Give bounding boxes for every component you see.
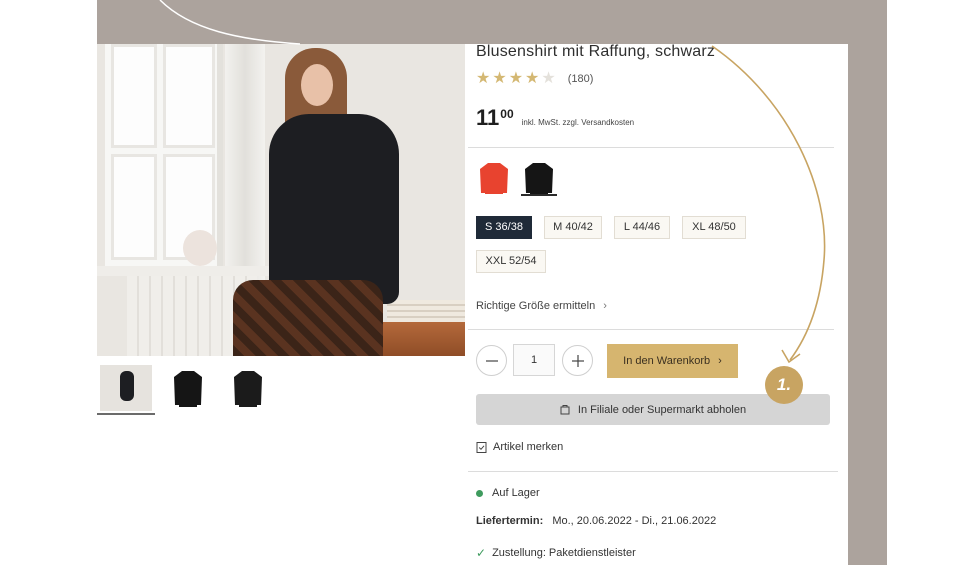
- color-swatch-red[interactable]: [476, 160, 512, 196]
- quantity-increase-button[interactable]: [562, 345, 593, 376]
- star-icon: ★: [492, 70, 507, 87]
- divider: [468, 147, 834, 148]
- shipping-label: Zustellung: Paketdienstleister: [492, 547, 636, 559]
- add-to-cart-button[interactable]: In den Warenkorb ›: [607, 344, 738, 378]
- shipping-method: ✓ Zustellung: Paketdienstleister: [476, 546, 636, 560]
- size-option-m[interactable]: M 40/42: [544, 216, 602, 239]
- thumbnail-blouse-front[interactable]: [159, 363, 217, 415]
- stock-status: Auf Lager: [476, 487, 540, 499]
- delivery-date: Liefertermin: Mo., 20.06.2022 - Di., 21.…: [476, 515, 716, 527]
- wishlist-button[interactable]: Artikel merken: [476, 441, 563, 453]
- decorative-background-top: [97, 0, 887, 44]
- chevron-right-icon: ›: [603, 300, 607, 312]
- price-note: inkl. MwSt. zzgl. Versandkosten: [521, 118, 635, 127]
- stock-label: Auf Lager: [492, 487, 540, 499]
- product-title: Blusenshirt mit Raffung, schwarz: [476, 43, 716, 60]
- size-option-s[interactable]: S 36/38: [476, 216, 532, 239]
- clipboard-check-icon: [476, 442, 487, 453]
- black-blouse-icon: [525, 163, 553, 194]
- wishlist-label: Artikel merken: [493, 441, 564, 453]
- arrow-head-icon: [781, 349, 801, 364]
- price-integer: 11: [476, 105, 500, 130]
- star-empty-icon: ★: [541, 70, 556, 87]
- size-finder-link[interactable]: Richtige Größe ermitteln ›: [476, 300, 607, 312]
- product-rating[interactable]: ★ ★ ★ ★ ★ (180): [476, 70, 593, 88]
- star-icon: ★: [476, 70, 491, 87]
- review-count[interactable]: (180): [568, 73, 594, 85]
- delivery-label: Liefertermin:: [476, 515, 544, 527]
- blouse-front-icon: [174, 371, 202, 407]
- in-stock-dot-icon: [476, 489, 483, 497]
- quantity-input[interactable]: 1: [513, 344, 555, 376]
- star-icon: ★: [508, 70, 524, 87]
- decorative-background-right: [848, 44, 887, 565]
- store-icon: [560, 405, 570, 415]
- star-icon: ★: [525, 70, 540, 87]
- red-blouse-icon: [480, 163, 508, 194]
- plus-icon: [571, 354, 584, 367]
- price-decimals: 00: [500, 107, 514, 121]
- store-pickup-label: In Filiale oder Supermarkt abholen: [577, 403, 747, 416]
- color-swatch-black[interactable]: [521, 160, 557, 196]
- delivery-value: Mo., 20.06.2022 - Di., 21.06.2022: [552, 515, 717, 527]
- annotation-arrow: [711, 45, 826, 361]
- product-price: 11 00 inkl. MwSt. zzgl. Versandkosten: [476, 105, 634, 131]
- annotation-step-badge: 1.: [765, 366, 803, 404]
- minus-icon: [485, 359, 498, 362]
- blouse-back-icon: [234, 371, 262, 407]
- add-to-cart-label: In den Warenkorb: [623, 355, 711, 367]
- size-finder-label: Richtige Größe ermitteln: [476, 300, 596, 312]
- size-option-xl[interactable]: XL 48/50: [682, 216, 746, 239]
- quantity-decrease-button[interactable]: [476, 345, 507, 376]
- size-option-xxl[interactable]: XXL 52/54: [476, 250, 546, 273]
- divider: [468, 471, 838, 472]
- thumbnail-model[interactable]: [97, 363, 155, 415]
- thumbnail-blouse-back[interactable]: [219, 363, 277, 415]
- product-main-image[interactable]: [97, 44, 465, 356]
- checkmark-icon: ✓: [476, 546, 487, 560]
- divider: [468, 329, 834, 330]
- chevron-right-icon: ›: [718, 355, 722, 367]
- size-option-l[interactable]: L 44/46: [614, 216, 670, 239]
